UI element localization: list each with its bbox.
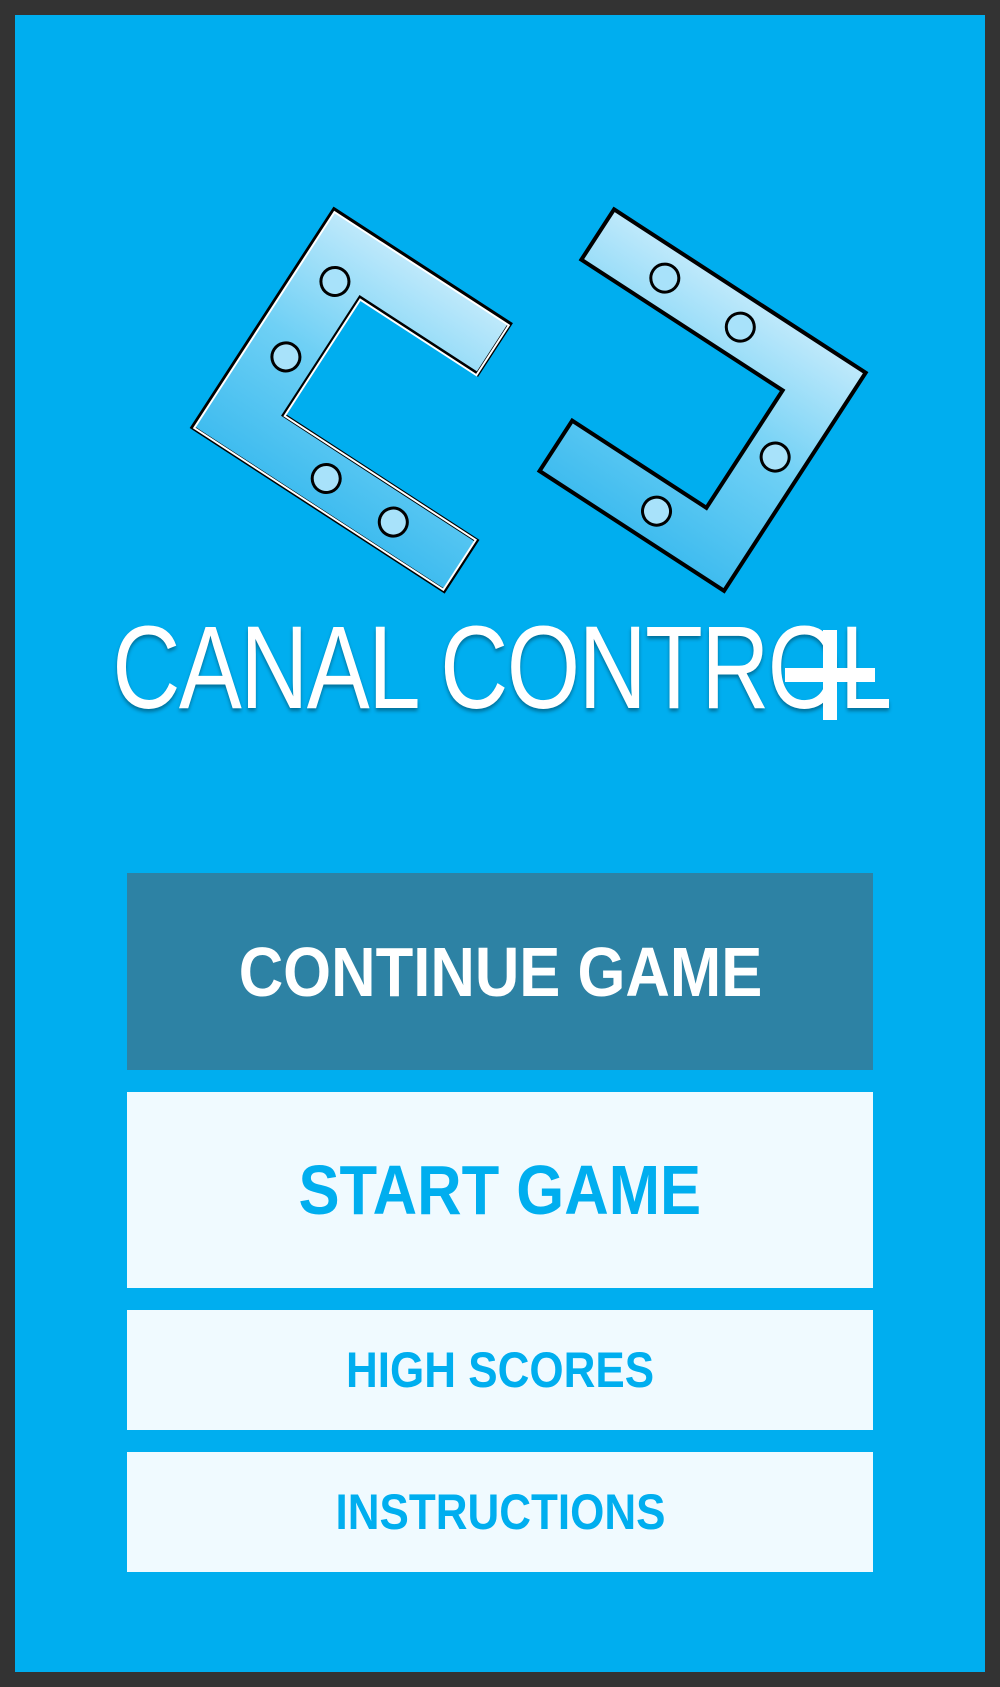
game-title: CANAL CONTROL bbox=[15, 600, 985, 736]
high-scores-label: HIGH SCORES bbox=[345, 1342, 655, 1398]
start-game-label: START GAME bbox=[298, 1151, 702, 1229]
game-screen: CANAL CONTROL CONTINUE GAME START GAME H… bbox=[15, 15, 985, 1672]
instructions-label: INSTRUCTIONS bbox=[335, 1484, 665, 1540]
start-game-button[interactable]: START GAME bbox=[127, 1092, 873, 1288]
continue-game-label: CONTINUE GAME bbox=[238, 932, 762, 1011]
continue-game-button[interactable]: CONTINUE GAME bbox=[127, 873, 873, 1070]
plus-icon bbox=[785, 630, 875, 720]
high-scores-button[interactable]: HIGH SCORES bbox=[127, 1310, 873, 1430]
instructions-button[interactable]: INSTRUCTIONS bbox=[127, 1452, 873, 1572]
game-title-text: CANAL CONTROL bbox=[112, 602, 892, 734]
canal-pipes-logo-icon bbox=[189, 206, 869, 594]
